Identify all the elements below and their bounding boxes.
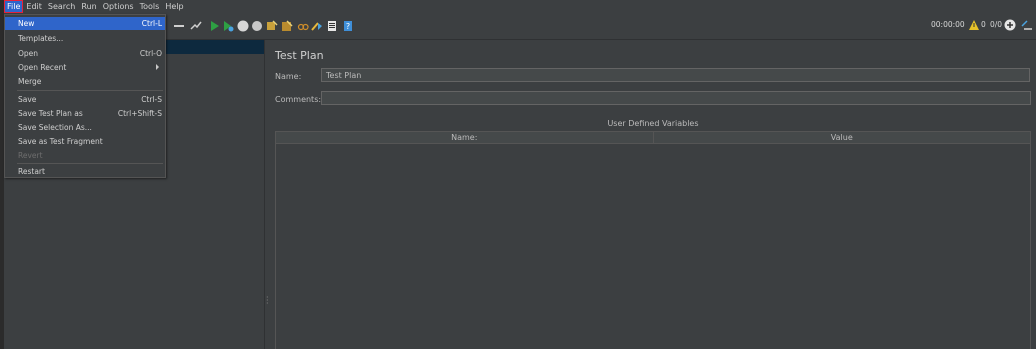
menu-item-label: Restart	[18, 167, 45, 176]
shutdown-icon[interactable]	[251, 20, 263, 32]
menu-item-save-test-plan-as[interactable]: Save Test Plan as Ctrl+Shift-S	[5, 107, 165, 120]
menu-item-save[interactable]: Save Ctrl-S	[5, 93, 165, 106]
menu-item-templates[interactable]: Templates...	[5, 32, 165, 45]
variables-table-body[interactable]	[275, 144, 1031, 349]
elapsed-time: 00:00:00	[931, 20, 965, 29]
menu-separator	[17, 163, 163, 164]
menu-item-shortcut: Ctrl-L	[141, 19, 162, 28]
warning-count: 0	[981, 20, 986, 29]
stop-icon[interactable]	[237, 20, 249, 32]
menu-item-open-recent[interactable]: Open Recent	[5, 61, 165, 74]
menu-item-label: New	[18, 19, 35, 28]
menu-item-open[interactable]: Open Ctrl-O	[5, 47, 165, 60]
menu-item-save-as-test-fragment[interactable]: Save as Test Fragment	[5, 135, 165, 148]
menu-item-label: Templates...	[18, 34, 64, 43]
clear-icon[interactable]	[266, 20, 278, 32]
log-viewer-icon[interactable]	[1021, 19, 1033, 31]
menu-item-new[interactable]: New Ctrl-L	[5, 17, 165, 30]
collapse-icon[interactable]	[173, 20, 185, 32]
thread-count: 0/0	[990, 20, 1003, 29]
name-label: Name:	[275, 72, 302, 81]
menu-bar: File Edit Search Run Options Tools Help	[4, 0, 1036, 13]
start-icon[interactable]	[208, 20, 220, 32]
submenu-arrow-icon	[156, 64, 159, 70]
menu-file[interactable]: File	[4, 0, 24, 13]
comments-field[interactable]	[321, 91, 1031, 105]
file-menu-dropdown: New Ctrl-L Templates... Open Ctrl-O Open R…	[4, 14, 166, 178]
svg-text:?: ?	[346, 22, 350, 31]
menu-item-label: Save Selection As...	[18, 123, 92, 132]
name-field[interactable]: Test Plan	[321, 68, 1030, 82]
reset-search-icon[interactable]	[311, 20, 323, 32]
help-icon[interactable]: ?	[342, 20, 354, 32]
menu-search[interactable]: Search	[45, 0, 78, 13]
menu-item-label: Merge	[18, 77, 42, 86]
menu-item-shortcut: Ctrl+Shift-S	[117, 109, 162, 118]
variables-table-header: Name: Value	[275, 131, 1031, 144]
menu-item-label: Revert	[18, 151, 43, 160]
menu-item-revert[interactable]: Revert	[5, 149, 165, 162]
menu-help[interactable]: Help	[162, 0, 186, 13]
function-helper-icon[interactable]	[326, 20, 338, 32]
warning-icon[interactable]	[968, 19, 980, 31]
menu-options[interactable]: Options	[100, 0, 137, 13]
menu-separator	[17, 90, 163, 91]
menu-item-merge[interactable]: Merge	[5, 75, 165, 88]
column-value[interactable]: Value	[654, 132, 1031, 143]
menu-item-shortcut: Ctrl-S	[141, 95, 162, 104]
test-plan-panel: Test Plan Name: Test Plan Comments: User…	[270, 40, 1036, 349]
column-name[interactable]: Name:	[276, 132, 654, 143]
menu-item-label: Open Recent	[18, 63, 67, 72]
menu-item-label: Open	[18, 49, 39, 58]
toggle-icon[interactable]	[190, 20, 202, 32]
menu-item-save-selection-as[interactable]: Save Selection As...	[5, 121, 165, 134]
comments-label: Comments:	[275, 95, 322, 104]
splitter-grip[interactable]: · · ·	[266, 294, 269, 308]
menu-item-restart[interactable]: Restart	[5, 165, 165, 178]
menu-item-label: Save	[18, 95, 37, 104]
menu-run[interactable]: Run	[78, 0, 99, 13]
menu-item-label: Save Test Plan as	[18, 109, 83, 118]
start-no-pauses-icon[interactable]	[222, 20, 234, 32]
panel-title: Test Plan	[275, 49, 324, 62]
menu-item-shortcut: Ctrl-O	[139, 49, 162, 58]
clear-all-icon[interactable]	[281, 20, 293, 32]
search-icon[interactable]	[297, 20, 309, 32]
menu-edit[interactable]: Edit	[23, 0, 45, 13]
menu-tools[interactable]: Tools	[137, 0, 163, 13]
menu-item-label: Save as Test Fragment	[18, 137, 103, 146]
remote-icon[interactable]	[1004, 19, 1016, 31]
user-defined-variables-title: User Defined Variables	[607, 119, 699, 128]
